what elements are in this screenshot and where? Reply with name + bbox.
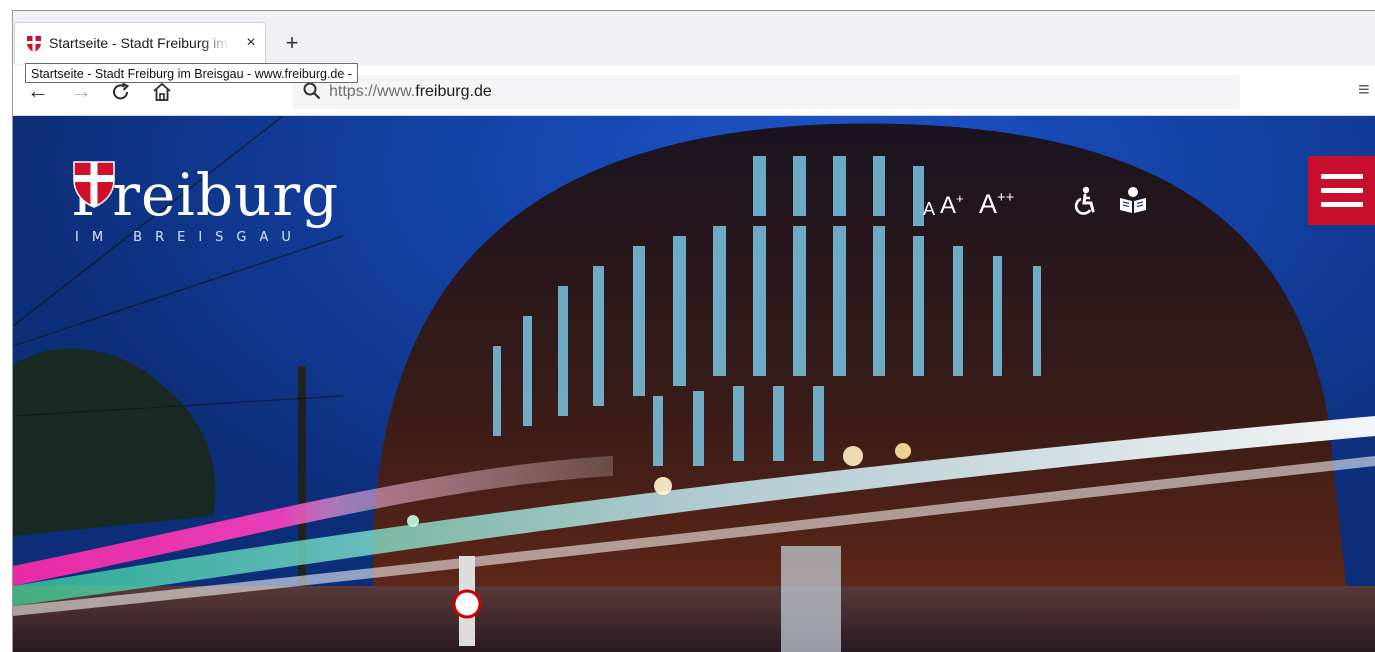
url-scheme: https://www. xyxy=(329,83,416,100)
tab-close-button[interactable]: × xyxy=(241,33,261,53)
freiburg-shield-icon xyxy=(73,161,115,208)
tab-title: Startseite - Stadt Freiburg im Breisgau … xyxy=(49,35,229,51)
window-border-top xyxy=(12,10,1375,11)
font-size-normal-button[interactable]: A xyxy=(923,200,935,218)
new-tab-button[interactable]: + xyxy=(279,30,305,56)
hamburger-bar xyxy=(1321,188,1363,193)
brand-subtitle: IM BREISGAU xyxy=(75,230,304,245)
home-icon[interactable] xyxy=(151,81,173,103)
font-size-largest-button[interactable]: A++ xyxy=(979,189,1015,219)
wheelchair-icon[interactable] xyxy=(1071,186,1097,216)
freiburg-logo[interactable]: Freiburg IM BREISGAU xyxy=(71,160,371,250)
font-size-largest-sup: ++ xyxy=(997,189,1015,206)
browser-menu-button[interactable]: ≡ xyxy=(1358,80,1375,100)
reload-icon[interactable] xyxy=(110,81,132,103)
freiburg-shield-icon xyxy=(27,36,41,52)
url-text[interactable]: https://www.freiburg.de xyxy=(329,83,492,101)
url-host: freiburg.de xyxy=(415,83,492,100)
hamburger-menu-icon[interactable] xyxy=(1308,156,1375,225)
hero-image: Freiburg IM BREISGAU A A+ A++ xyxy=(13,116,1375,652)
hamburger-bar xyxy=(1321,202,1363,207)
tab-tooltip: Startseite - Stadt Freiburg im Breisgau … xyxy=(25,63,358,83)
font-size-larger-sup: + xyxy=(956,191,964,207)
tab-freiburg-startseite[interactable]: Startseite - Stadt Freiburg im Breisgau … xyxy=(14,22,266,64)
search-icon xyxy=(303,82,321,100)
font-size-largest-label: A xyxy=(979,189,998,219)
hamburger-bar xyxy=(1321,174,1363,179)
font-size-normal-label: A xyxy=(923,199,936,219)
font-size-larger-label: A xyxy=(940,192,957,219)
easy-reading-icon[interactable] xyxy=(1118,186,1148,214)
font-size-larger-button[interactable]: A+ xyxy=(940,192,964,218)
browser-window: Startseite - Stadt Freiburg im Breisgau … xyxy=(0,0,1375,652)
